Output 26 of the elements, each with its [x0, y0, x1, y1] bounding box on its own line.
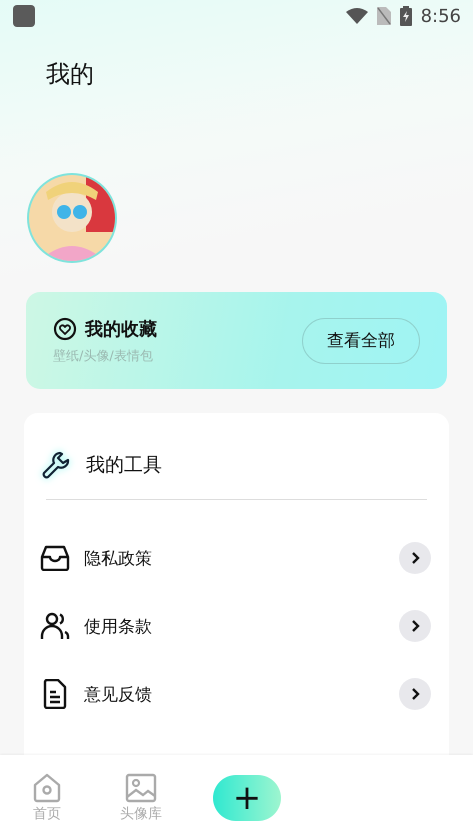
- favorites-card[interactable]: 我的收藏 壁纸/头像/表情包 查看全部: [26, 292, 447, 389]
- app-notification-icon: [13, 5, 35, 27]
- view-all-button[interactable]: 查看全部: [302, 318, 420, 364]
- image-icon: [125, 772, 157, 802]
- home-icon: [32, 772, 62, 802]
- inbox-icon: [40, 545, 70, 571]
- wifi-icon: [346, 8, 368, 24]
- wrench-icon: [40, 449, 72, 481]
- chevron-right-icon: [399, 678, 431, 710]
- favorites-subtitle: 壁纸/头像/表情包: [53, 348, 154, 364]
- users-icon: [40, 612, 70, 640]
- menu-item[interactable]: 使用条款: [40, 592, 431, 660]
- favorites-title: 我的收藏: [85, 318, 157, 340]
- no-sim-icon: [376, 7, 391, 25]
- tools-title: 我的工具: [86, 453, 162, 478]
- menu-item-label: 意见反馈: [84, 684, 153, 706]
- page-title: 我的: [46, 59, 95, 90]
- add-button[interactable]: +: [213, 774, 281, 820]
- menu-item-label: 使用条款: [84, 616, 153, 638]
- chevron-right-icon: [399, 542, 431, 574]
- menu-item[interactable]: 意见反馈: [40, 660, 431, 728]
- chevron-right-icon: [399, 610, 431, 642]
- status-time: 8:56: [420, 6, 461, 26]
- menu-item[interactable]: 隐私政策: [40, 524, 431, 592]
- battery-charging-icon: [400, 6, 412, 26]
- menu-item-label: 隐私政策: [84, 548, 153, 570]
